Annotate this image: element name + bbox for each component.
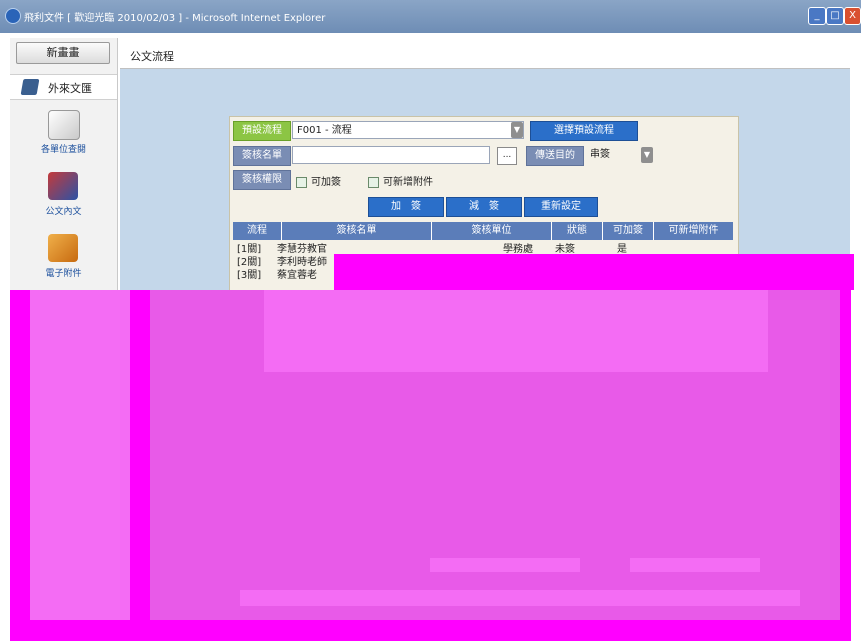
corrupted-bar (630, 558, 760, 572)
purpose-label: 傳送目的 (526, 146, 584, 166)
corrupted-bar (430, 558, 580, 572)
flow-cell: [2關] (237, 257, 262, 268)
chevron-down-icon[interactable]: ▼ (641, 147, 653, 163)
main-tab-bar: 公文流程 (120, 38, 850, 69)
remove-sign-button[interactable]: 減 簽 (446, 197, 522, 217)
approver-list-input[interactable] (292, 146, 490, 164)
minimize-button[interactable]: _ (808, 7, 826, 25)
add-sign-button[interactable]: 加 簽 (368, 197, 444, 217)
pick-default-flow-button[interactable]: 選擇預設流程 (530, 121, 638, 141)
column-header: 可加簽 (603, 222, 654, 240)
close-button[interactable]: X (844, 7, 861, 25)
checkbox-icon (368, 176, 379, 188)
corrupted-region (334, 254, 854, 290)
maximize-button[interactable]: □ (826, 7, 844, 25)
sidebar: 新畫畫 外來文匯 各單位查閱 公文內文 電子附件 (10, 38, 118, 290)
add-sign-checkbox[interactable]: 可加簽 (296, 173, 341, 188)
magnifier-icon (48, 110, 80, 140)
browser-icon (5, 8, 21, 24)
window-title-bar: 飛利文件 [ 歡迎光臨 2010/02/03 ] - Microsoft Int… (0, 0, 861, 33)
document-icon (48, 172, 78, 200)
approval-table-header: 流程 簽核名單 簽核單位 狀態 可加簽 可新增附件 (233, 222, 733, 240)
name-cell: 蔡宜蓉老 (277, 270, 317, 281)
sidebar-section-incoming[interactable]: 外來文匯 (10, 74, 117, 100)
column-header: 簽核名單 (282, 222, 432, 240)
sidebar-item-attachments[interactable]: 電子附件 (10, 234, 117, 290)
approver-list-label: 簽核名單 (233, 146, 291, 166)
sidebar-item-label: 各單位查閱 (40, 145, 86, 155)
name-cell: 李慧芬教官 (277, 244, 327, 255)
corrupted-form-shade (264, 290, 768, 372)
column-header: 流程 (233, 222, 282, 240)
tab-document-flow[interactable]: 公文流程 (130, 48, 174, 64)
column-header: 狀態 (552, 222, 603, 240)
add-attachment-checkbox[interactable]: 可新增附件 (368, 173, 433, 188)
corrupted-bar (240, 590, 800, 606)
add-sign-label: 可加簽 (311, 177, 341, 188)
default-flow-label: 預設流程 (233, 121, 291, 141)
sidebar-item-unit-review[interactable]: 各單位查閱 (10, 110, 117, 166)
flow-cell: [3關] (237, 270, 262, 281)
permission-label: 簽核權限 (233, 170, 291, 190)
sidebar-item-label: 公文內文 (45, 207, 82, 217)
window-title: 飛利文件 [ 歡迎光臨 2010/02/03 ] - Microsoft Int… (24, 13, 326, 24)
name-cell: 李利時老師 (277, 257, 327, 268)
column-header: 簽核單位 (432, 222, 552, 240)
corrupted-region (10, 290, 851, 641)
folder-icon (20, 79, 40, 95)
disk-icon (48, 234, 78, 262)
flow-cell: [1關] (237, 244, 262, 255)
corrupted-sidebar-shade (30, 290, 130, 620)
sidebar-section-label: 外來文匯 (48, 82, 92, 95)
browse-approvers-button[interactable]: ... (497, 147, 517, 165)
checkbox-icon (296, 176, 307, 188)
default-flow-select[interactable]: F001 - 流程 (292, 121, 524, 139)
new-draft-button[interactable]: 新畫畫 (16, 42, 110, 64)
add-attachment-label: 可新增附件 (383, 177, 433, 188)
sidebar-item-label: 電子附件 (45, 269, 82, 279)
column-header: 可新增附件 (654, 222, 733, 240)
sidebar-item-document-content[interactable]: 公文內文 (10, 172, 117, 228)
chevron-down-icon[interactable]: ▼ (511, 122, 523, 138)
reset-button[interactable]: 重新設定 (524, 197, 598, 217)
